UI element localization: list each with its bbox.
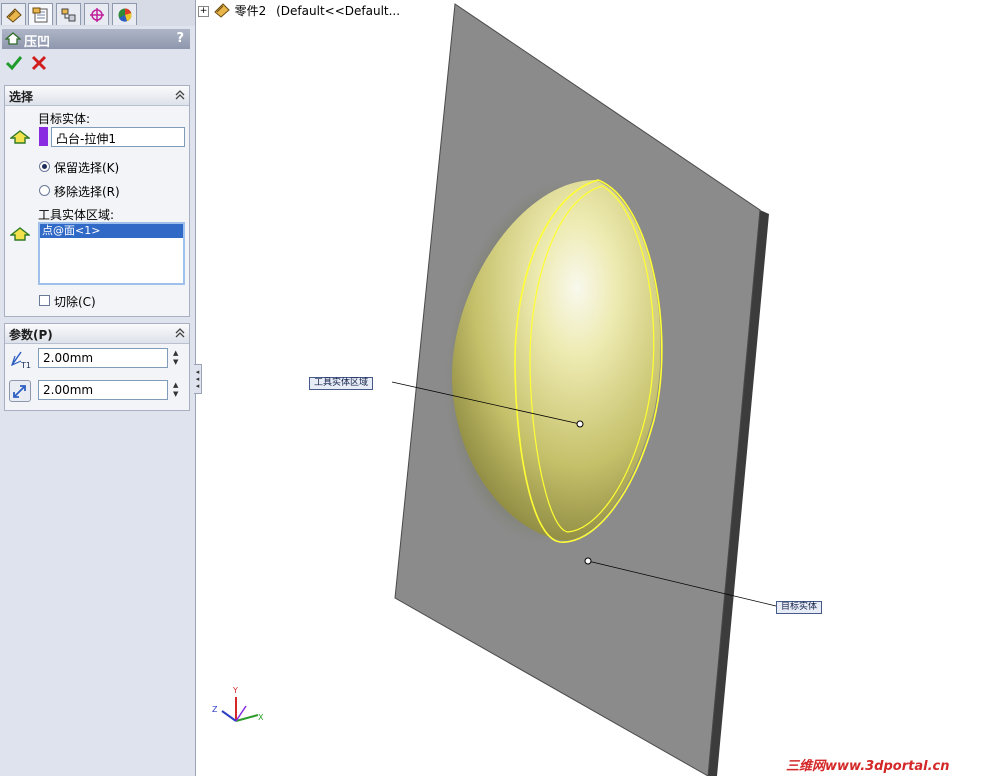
cut-checkbox[interactable] [39, 295, 50, 306]
configuration-manager-tab[interactable] [56, 3, 81, 25]
collapse-chevron-icon[interactable] [175, 327, 185, 342]
thickness-spinner[interactable]: ▲ ▼ [173, 349, 178, 367]
remove-selection-radio[interactable] [39, 185, 50, 196]
body-select-icon [8, 226, 32, 245]
clearance-icon [13, 385, 26, 398]
feature-manager-tab[interactable] [1, 3, 26, 25]
target-body-callout[interactable]: 目标实体 [776, 601, 823, 614]
parameters-group-header[interactable]: 参数(P) [5, 324, 189, 344]
axis-x-label: X [258, 713, 264, 722]
keep-selection-radio[interactable] [39, 161, 50, 172]
target-crosshair-icon [89, 7, 104, 22]
axis-triad: Y X Z [212, 686, 264, 722]
target-body-label: 目标实体: [38, 112, 91, 126]
target-leader-point [584, 557, 592, 565]
cancel-button[interactable] [31, 55, 47, 74]
manager-tabs [0, 0, 195, 26]
collapse-chevron-icon[interactable] [175, 89, 185, 104]
feature-titlebar: 压凹 ? [2, 29, 190, 50]
property-manager-panel: 压凹 ? 选择 目标实体: 凸台-拉伸1 保留选择(K) 移除选择(R) 工具实… [0, 0, 196, 776]
list-item[interactable]: 点@面<1> [40, 224, 183, 238]
cut-label[interactable]: 切除(C) [54, 293, 96, 310]
selection-group-header[interactable]: 选择 [5, 86, 189, 106]
toolbox-icon [5, 7, 22, 23]
display-manager-tab[interactable] [112, 3, 137, 25]
target-body-field[interactable]: 凸台-拉伸1 [51, 127, 185, 147]
selection-group: 选择 目标实体: 凸台-拉伸1 保留选择(K) 移除选择(R) 工具实体区域: … [4, 85, 190, 317]
help-button[interactable]: ? [176, 31, 184, 46]
keep-selection-label[interactable]: 保留选择(K) [54, 159, 119, 176]
ok-check-icon [5, 56, 23, 71]
emboss-icon [4, 31, 22, 50]
thickness-field[interactable]: 2.00mm [38, 348, 168, 368]
parameters-group-title: 参数(P) [9, 328, 53, 342]
clearance-spinner[interactable]: ▲ ▼ [173, 381, 178, 399]
target-color-swatch [39, 127, 48, 146]
watermark-text: 三维网www.3dportal.cn [786, 759, 950, 774]
thickness-icon: T1 [9, 348, 33, 373]
selection-group-title: 选择 [9, 90, 34, 104]
ok-button[interactable] [5, 55, 23, 74]
svg-text:T1: T1 [20, 361, 31, 370]
cancel-x-icon [31, 55, 47, 71]
axis-y-label: Y [232, 686, 238, 695]
parameters-group: 参数(P) T1 2.00mm ▲ ▼ 2.00mm ▲ ▼ [4, 323, 190, 411]
axis-z-label: Z [212, 705, 218, 714]
config-icon [61, 8, 75, 21]
remove-selection-label[interactable]: 移除选择(R) [54, 183, 120, 200]
body-select-icon [8, 129, 32, 148]
tool-region-list[interactable]: 点@面<1> [38, 222, 185, 285]
tool-region-label: 工具实体区域: [38, 208, 115, 222]
clearance-field[interactable]: 2.00mm [38, 380, 168, 400]
feature-title: 压凹 [24, 35, 51, 50]
tool-leader-point [576, 420, 584, 428]
tool-region-callout[interactable]: 工具实体区域 [309, 377, 374, 390]
dimxpert-tab[interactable] [84, 3, 109, 25]
property-icon [32, 7, 47, 22]
clearance-toggle-button[interactable] [9, 380, 31, 402]
appearance-icon [118, 7, 132, 22]
property-manager-tab[interactable] [28, 3, 53, 25]
